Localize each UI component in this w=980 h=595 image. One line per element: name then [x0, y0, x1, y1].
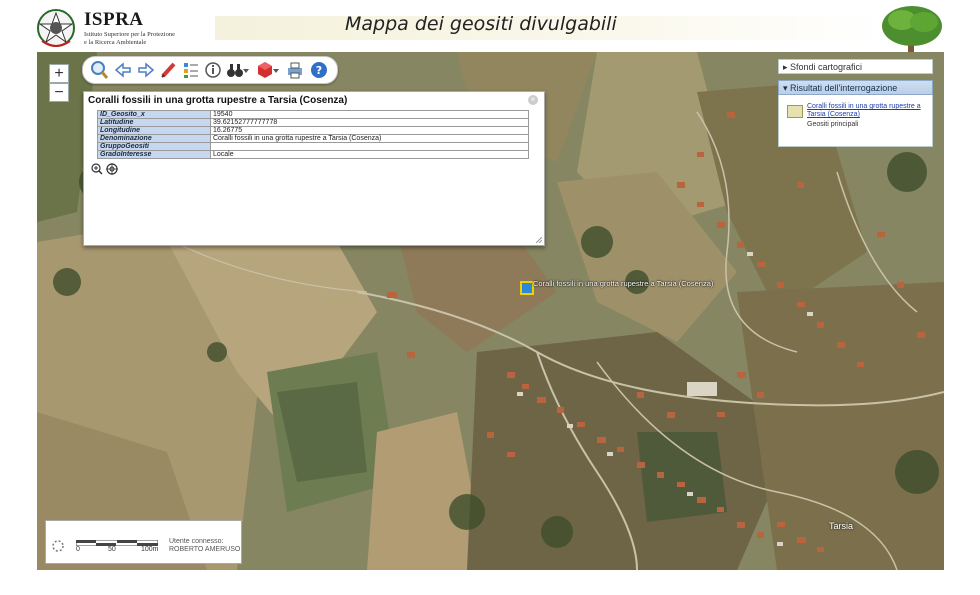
basemaps-header[interactable]: ▸ Sfondi cartografici	[778, 59, 933, 74]
user-name: ROBERTO AMERUSO	[169, 546, 241, 553]
header: ISPRA Istituto Superiore per la Protezio…	[0, 0, 980, 52]
attr-key: GradoInteresse	[97, 150, 211, 159]
place-label: Tarsia	[829, 521, 854, 531]
attr-key: GruppoGeositi	[97, 142, 211, 151]
zoom-search-icon[interactable]	[89, 60, 109, 80]
table-row: Denominazione Coralli fossili in una grot…	[97, 134, 529, 143]
attr-key: Denominazione	[97, 134, 211, 143]
attr-value: Coralli fossili in una grotta rupestre a…	[210, 134, 529, 143]
marker-label: Coralli fossili in una grotta rupestre a…	[533, 279, 714, 288]
query-results-body: Coralli fossili in una grotta rupestre a…	[778, 95, 933, 147]
geosite-marker[interactable]	[520, 281, 534, 295]
attr-value: 19540	[210, 110, 529, 119]
tree-icon	[882, 6, 942, 52]
attr-value: 39.62152777777778	[210, 118, 529, 127]
measure-pencil-icon[interactable]	[159, 60, 179, 80]
zoom-to-feature-icon[interactable]	[91, 163, 103, 175]
back-arrow-icon[interactable]	[113, 60, 133, 80]
info-icon[interactable]	[203, 60, 223, 80]
scale-label-0: 0	[76, 546, 80, 553]
center-target-icon[interactable]	[106, 163, 118, 175]
zoom-out-button[interactable]: −	[49, 83, 69, 102]
logo-ispra: ISPRA	[84, 9, 144, 30]
table-row: Longitudine 16.26775	[97, 126, 529, 135]
user-label: Utente connesso:	[169, 538, 224, 545]
print-icon[interactable]	[285, 60, 305, 80]
result-layer: Geositi principali	[807, 121, 859, 128]
scale-label-50: 50	[108, 546, 116, 553]
close-icon[interactable]: ×	[528, 95, 538, 105]
italy-emblem-icon	[37, 9, 75, 47]
logo-subtitle-1: Istituto Superiore per la Protezione	[84, 31, 175, 38]
forward-arrow-icon[interactable]	[136, 60, 156, 80]
svg-text:?: ?	[316, 64, 322, 77]
feature-info-popup: Coralli fossili in una grotta rupestre a…	[83, 91, 545, 246]
result-link[interactable]: Coralli fossili in una grotta rupestre a…	[807, 103, 929, 119]
right-panel: ▸ Sfondi cartografici ▾ Risultati dell'i…	[778, 59, 933, 147]
legend-icon[interactable]	[181, 60, 201, 80]
status-box: 0 50 100m Utente connesso: ROBERTO AMERU…	[45, 520, 242, 564]
table-row: ID_Geosito_x 19540	[97, 110, 529, 119]
table-row: Latitudine 39.62152777777778	[97, 118, 529, 127]
page-title: Mappa dei geositi divulgabili	[345, 13, 617, 35]
chevron-down-icon[interactable]	[241, 60, 251, 80]
attr-value	[210, 142, 529, 151]
loading-spinner-icon	[52, 540, 64, 552]
table-row: GruppoGeositi	[97, 142, 529, 151]
feature-icon	[787, 105, 803, 118]
logo-subtitle-2: e la Ricerca Ambientale	[84, 39, 147, 46]
attr-value: 16.26775	[210, 126, 529, 135]
scale-label-100: 100m	[141, 546, 159, 553]
attr-key: Latitudine	[97, 118, 211, 127]
popup-title: Coralli fossili in una grotta rupestre a…	[88, 95, 348, 106]
map-toolbar: ?	[82, 56, 338, 84]
attribute-table: ID_Geosito_x 19540 Latitudine 39.621527777…	[97, 110, 529, 159]
chevron-down-icon[interactable]	[271, 60, 281, 80]
query-results-header[interactable]: ▾ Risultati dell'interrogazione	[778, 80, 933, 95]
resize-handle-icon[interactable]	[536, 237, 542, 243]
attr-key: ID_Geosito_x	[97, 110, 211, 119]
attr-key: Longitudine	[97, 126, 211, 135]
zoom-in-button[interactable]: +	[49, 64, 69, 83]
attr-value: Locale	[210, 150, 529, 159]
map-canvas[interactable]: + − ? ▸ Sfondi cartografici ▾ Risultati …	[37, 52, 944, 570]
help-icon[interactable]: ?	[309, 60, 329, 80]
table-row: GradoInteresse Locale	[97, 150, 529, 159]
